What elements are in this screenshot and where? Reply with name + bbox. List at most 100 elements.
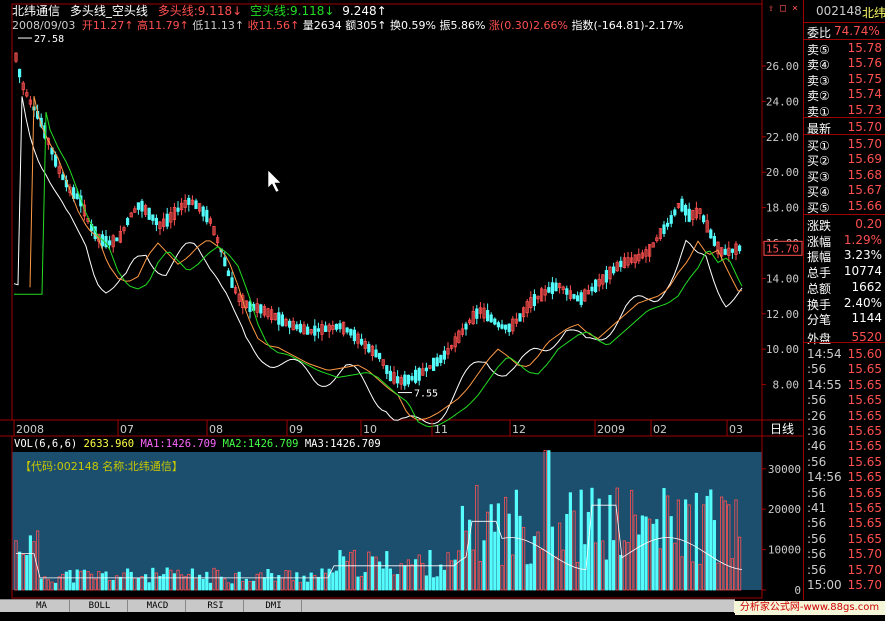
last-price-row: 最新 15.70	[804, 119, 885, 136]
ask-row-value: 15.78	[847, 41, 882, 55]
candle-body	[403, 374, 407, 386]
candle-body	[248, 301, 252, 312]
volume-info-text: 【代码:002148 名称:北纬通信】	[20, 459, 183, 473]
volume-bar	[165, 567, 169, 591]
stat-row-value: 3.23%	[843, 248, 882, 263]
candle-body	[666, 222, 670, 227]
extra-line-value: 9.248	[342, 4, 377, 18]
volume-bar	[158, 575, 162, 591]
candle-body	[187, 197, 191, 205]
candle-body	[338, 323, 342, 330]
price-tick-label: 8.00	[773, 379, 800, 392]
volume-bar	[388, 568, 393, 591]
volume-bar	[136, 578, 140, 591]
candle-body	[547, 287, 551, 293]
volume-bar	[395, 573, 400, 591]
candle-body	[507, 323, 511, 333]
tick-row-value: 15.60	[847, 347, 882, 361]
volume-bar	[197, 574, 202, 591]
tick-row-label: :56	[807, 393, 827, 408]
candle-body	[565, 288, 569, 295]
stat-row: 涨幅 1.29%	[804, 232, 885, 249]
volume-value: 2634	[313, 19, 342, 32]
tick-row: 15:00 15.70	[804, 577, 885, 592]
candle-body	[550, 282, 555, 295]
bid-row-value: 15.67	[847, 183, 882, 198]
volume-bar	[518, 515, 522, 591]
stat-row-label: 外盘	[807, 331, 832, 346]
volume-bar	[590, 487, 594, 591]
time-axis-label: 09	[289, 423, 303, 436]
volume-bar	[262, 577, 267, 591]
chart-canvas[interactable]: 26.0024.0022.0020.0018.0016.0014.0012.00…	[0, 0, 885, 621]
tab-boll[interactable]: BOLL	[72, 600, 128, 612]
tick-row-label: :26	[807, 408, 827, 423]
up-arrow-icon: ↑	[234, 19, 245, 32]
price-tick-label: 14.00	[766, 272, 799, 285]
tab-macd[interactable]: MACD	[130, 600, 186, 612]
volume-bar	[305, 581, 310, 591]
volume-bar	[363, 572, 367, 591]
restore-icon[interactable]: □	[778, 3, 788, 14]
volume-bar	[161, 574, 166, 591]
candle-body	[377, 352, 382, 360]
tick-row-value: 15.65	[847, 485, 882, 500]
volume-bar	[39, 578, 43, 591]
candle-body	[17, 68, 22, 78]
candle-body	[316, 328, 321, 332]
bid-row-value: 15.68	[847, 167, 882, 182]
volume-bar	[208, 582, 212, 591]
stat-row-value: 1662	[851, 279, 882, 294]
pin-icon[interactable]: ⇧	[766, 3, 776, 14]
volume-tick-label: 30000	[768, 463, 801, 476]
low-value: 11.13	[203, 19, 235, 32]
volume-bar	[201, 578, 205, 591]
stat-row: 总手 10774	[804, 263, 885, 280]
volume-bar	[568, 492, 573, 591]
bid-row: 买⑤ 15.66	[804, 198, 885, 215]
volume-bar	[126, 568, 130, 591]
candle-body	[496, 322, 501, 328]
extra-line-arrow: ↑	[376, 4, 387, 18]
tick-row-value: 15.65	[847, 516, 882, 531]
volume-bar	[431, 577, 436, 591]
tab-rsi[interactable]: RSI	[188, 600, 244, 612]
tick-row-label: :56	[807, 562, 827, 577]
high-value: 11.79	[148, 19, 180, 32]
index-value: (-164.81)-2.17%	[593, 19, 684, 32]
volume-bar	[82, 569, 86, 591]
volume-bar	[637, 534, 641, 591]
tick-row-label: 14:54	[807, 347, 842, 361]
volume-bar	[143, 574, 148, 591]
candle-body	[147, 207, 151, 220]
tick-row-value: 15.70	[847, 562, 882, 577]
tick-row-label: :56	[807, 362, 827, 377]
tick-row-value: 15.65	[847, 439, 882, 454]
candle-body	[410, 376, 414, 381]
volume-bar	[25, 555, 29, 591]
volume-bar	[338, 550, 342, 591]
close-icon[interactable]: ×	[790, 3, 800, 14]
candle-body	[485, 310, 490, 322]
candle-body	[684, 204, 688, 216]
amount-value: 305	[356, 19, 378, 32]
volume-bar	[403, 565, 407, 591]
candle-body	[489, 314, 493, 323]
tab-dmi[interactable]: DMI	[246, 600, 302, 612]
candle-body	[75, 193, 79, 200]
candle-body	[503, 324, 508, 330]
sidebar-name: 北纬	[861, 6, 885, 20]
candle-body	[619, 260, 623, 268]
tab-ma[interactable]: MA	[14, 600, 70, 612]
ask-row-value: 15.76	[847, 56, 882, 71]
volume-bar	[583, 544, 587, 591]
price-tick-label: 10.00	[766, 343, 799, 356]
volume-bar	[341, 556, 346, 591]
indicator-tab-bar: MA BOLL MACD RSI DMI	[0, 599, 735, 612]
tick-row-value: 15.65	[847, 408, 882, 423]
candle-body	[140, 200, 144, 212]
candle-body	[680, 198, 684, 212]
volume-bar	[28, 535, 33, 591]
bid-row: 买③ 15.68	[804, 167, 885, 184]
price-tick-label: 26.00	[766, 60, 799, 73]
